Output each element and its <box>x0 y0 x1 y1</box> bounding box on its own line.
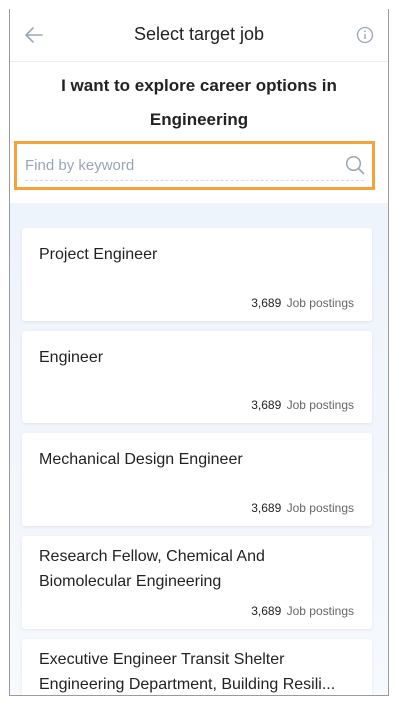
job-card[interactable]: Project Engineer 3,689 Job postings <box>22 228 372 321</box>
job-postings: 3,689 Job postings <box>251 501 354 515</box>
job-card[interactable]: Executive Engineer Transit Shelter Engin… <box>22 639 372 695</box>
postings-count: 3,689 <box>251 604 282 618</box>
page-title: Select target job <box>133 24 265 44</box>
headline-line-2: Engineering <box>149 110 249 129</box>
app-frame: Select target job I want to explore care… <box>9 9 389 696</box>
job-card[interactable]: Mechanical Design Engineer 3,689 Job pos… <box>22 433 372 526</box>
postings-count: 3,689 <box>251 501 282 515</box>
search-input[interactable] <box>25 154 345 176</box>
job-postings: 3,689 Job postings <box>251 296 354 310</box>
job-title: Mechanical Design Engineer <box>39 451 243 468</box>
headline: I want to explore career options in Engi… <box>10 69 388 137</box>
job-title: Engineer <box>39 349 104 366</box>
search-box <box>14 141 375 190</box>
job-postings: 3,689 Job postings <box>251 604 354 618</box>
search-icon[interactable] <box>344 154 366 176</box>
search-underline <box>25 180 364 181</box>
info-icon[interactable] <box>356 26 374 44</box>
job-card[interactable]: Engineer 3,689 Job postings <box>22 331 372 423</box>
postings-count: 3,689 <box>251 398 282 412</box>
postings-label: Job postings <box>286 501 354 515</box>
job-title: Research Fellow, Chemical And Biomolecul… <box>39 548 265 590</box>
job-card[interactable]: Research Fellow, Chemical And Biomolecul… <box>22 536 372 629</box>
postings-label: Job postings <box>286 398 354 412</box>
job-title-line-2: Engineering Department, Building Resili.… <box>39 676 336 693</box>
job-title: Executive Engineer Transit Shelter Engin… <box>39 647 352 695</box>
job-title: Project Engineer <box>39 246 158 263</box>
job-title-line-1: Executive Engineer Transit Shelter <box>39 651 285 668</box>
headline-line-1: I want to explore career options in <box>61 76 337 95</box>
job-postings: 3,689 Job postings <box>251 398 354 412</box>
postings-label: Job postings <box>286 604 354 618</box>
job-list: Project Engineer 3,689 Job postings Engi… <box>10 203 388 695</box>
top-bar: Select target job <box>10 9 388 62</box>
postings-count: 3,689 <box>251 296 282 310</box>
postings-label: Job postings <box>286 296 354 310</box>
